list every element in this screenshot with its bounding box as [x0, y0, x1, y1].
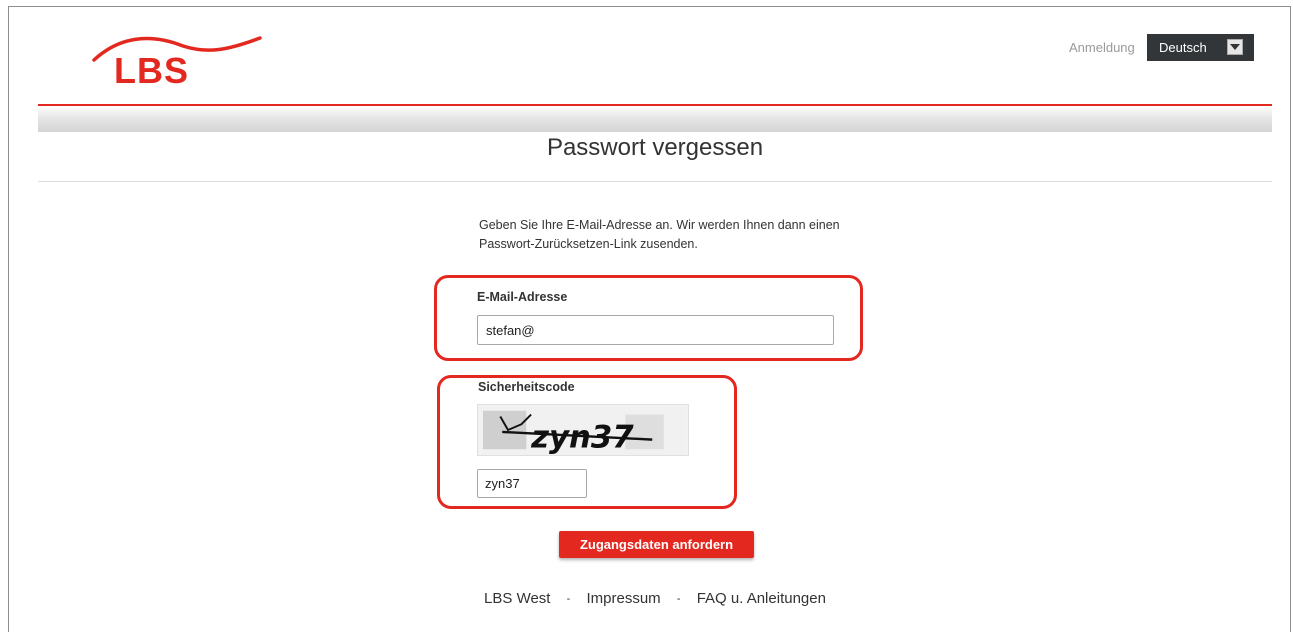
captcha-image: zyn37	[477, 404, 689, 456]
lbs-logo[interactable]: LBS	[88, 24, 263, 86]
language-select-value: Deutsch	[1159, 40, 1207, 55]
page-title: Passwort vergessen	[546, 134, 764, 161]
captcha-field[interactable]	[477, 469, 587, 498]
email-field[interactable]	[477, 315, 834, 345]
captcha-label: Sicherheitscode	[478, 380, 575, 394]
login-link[interactable]: Anmeldung	[1069, 40, 1135, 55]
intro-text: Geben Sie Ihre E-Mail-Adresse an. Wir we…	[479, 218, 840, 251]
footer-link-faq[interactable]: FAQ u. Anleitungen	[697, 590, 826, 607]
footer-link-lbs-west[interactable]: LBS West	[484, 590, 550, 607]
email-label: E-Mail-Adresse	[477, 290, 568, 304]
chevron-down-icon[interactable]	[1227, 39, 1243, 55]
header-grey-band	[38, 106, 1272, 132]
request-credentials-button[interactable]: Zugangsdaten anfordern	[559, 531, 754, 558]
footer-link-impressum[interactable]: Impressum	[586, 590, 660, 607]
footer-separator: -	[676, 593, 681, 606]
footer: LBS West - Impressum - FAQ u. Anleitunge…	[38, 590, 1272, 607]
title-divider	[38, 181, 1272, 182]
logo-text: LBS	[114, 50, 189, 86]
footer-separator: -	[566, 593, 571, 606]
language-select[interactable]: Deutsch	[1147, 34, 1254, 61]
